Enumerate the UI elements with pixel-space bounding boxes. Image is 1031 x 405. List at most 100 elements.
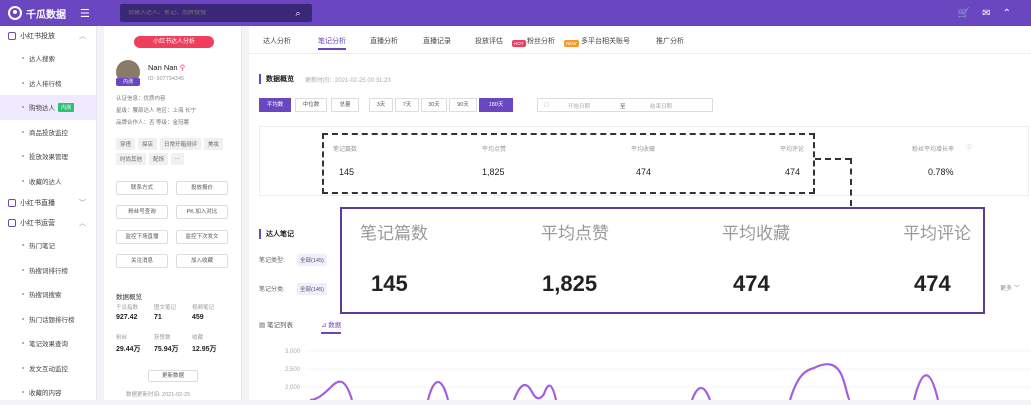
chip[interactable]: 日常开箱测评 bbox=[160, 138, 202, 150]
chip[interactable]: 美妆 bbox=[204, 138, 224, 150]
seg-30d[interactable]: 30天 bbox=[421, 98, 447, 112]
seg-3d[interactable]: 3天 bbox=[369, 98, 393, 112]
chip[interactable]: 探店 bbox=[138, 138, 158, 150]
help-icon[interactable]: ⓘ bbox=[966, 143, 972, 152]
bullet-icon bbox=[22, 342, 24, 345]
chip-more[interactable]: ... bbox=[171, 153, 184, 165]
compare-button[interactable]: PK 加入对比 bbox=[176, 205, 228, 219]
highlight-dashed-box bbox=[322, 133, 815, 194]
sidebar-item[interactable]: 发文互动监控 bbox=[0, 356, 96, 381]
mail-icon[interactable]: ✉ bbox=[982, 8, 990, 19]
zoom-label: 平均评论 bbox=[903, 224, 971, 243]
date-range-picker[interactable]: ▢ 开始日期 至 结束日期 bbox=[537, 98, 713, 112]
monitor-live-button[interactable]: 监控下场直播 bbox=[116, 230, 168, 244]
menu-toggle-icon[interactable]: ☰ bbox=[80, 7, 90, 20]
follow-button[interactable]: 关注消息 bbox=[116, 254, 168, 268]
favorite-button[interactable]: 加入收藏 bbox=[176, 254, 228, 268]
sidebar-item[interactable]: 热门话题排行榜 bbox=[0, 307, 96, 332]
sidebar-item[interactable]: 热门笔记 bbox=[0, 233, 96, 258]
chevron-up-icon: ︿ bbox=[79, 33, 86, 40]
stat-label: 粉丝 bbox=[116, 335, 128, 341]
contact-button[interactable]: 联系方式 bbox=[116, 181, 168, 195]
zoom-value: 145 bbox=[371, 271, 408, 296]
profile-info-verify: 认证信息：优质内容 bbox=[116, 96, 166, 102]
item-label: 笔记效果查询 bbox=[29, 341, 68, 349]
sidebar-item[interactable]: 笔记效果查询 bbox=[0, 331, 96, 356]
bullet-icon bbox=[22, 391, 24, 394]
collapse-icon[interactable]: ⌃ bbox=[1003, 8, 1011, 19]
tab-campaign-eval[interactable]: 投放评估 bbox=[475, 36, 503, 46]
notes-line-chart: 3,000 2,500 2,000 bbox=[285, 349, 1031, 400]
search-icon[interactable]: ⌕ bbox=[288, 7, 308, 19]
tab-note-list[interactable]: ▤ 笔记列表 bbox=[259, 319, 293, 329]
zoom-label: 笔记篇数 bbox=[360, 224, 428, 243]
bullet-icon bbox=[22, 155, 24, 158]
item-label: 收藏的达人 bbox=[29, 178, 62, 186]
tab-live-records[interactable]: 直播记录 bbox=[423, 36, 451, 46]
more-link[interactable]: 更多 ﹀ bbox=[1000, 283, 1020, 292]
stat-label: 千瓜指数 bbox=[116, 305, 139, 311]
update-time: 数据更新时间: 2021-02-25 bbox=[126, 392, 191, 398]
bullet-icon bbox=[22, 366, 24, 369]
profile-id: ID: 907794345 bbox=[148, 76, 185, 82]
tab-profile-analysis[interactable]: 达人分析 bbox=[263, 36, 291, 46]
tab-promotion-analysis[interactable]: 推广分析 bbox=[656, 36, 684, 46]
seg-90d[interactable]: 90天 bbox=[449, 98, 477, 112]
zoom-label: 平均收藏 bbox=[722, 224, 790, 243]
note-type-label: 笔记类型: bbox=[259, 258, 285, 264]
seg-180d[interactable]: 180天 bbox=[479, 98, 513, 112]
sidebar-item[interactable]: 热搜词排行榜 bbox=[0, 258, 96, 283]
stat-value: 75.94万 bbox=[154, 346, 179, 353]
chart-icon: ⊿ bbox=[321, 322, 327, 329]
item-label: 收藏的内容 bbox=[29, 390, 62, 398]
bullet-icon bbox=[22, 179, 24, 182]
sidebar-item[interactable]: 达人搜索 bbox=[0, 46, 96, 71]
chip[interactable]: 时尚其他 bbox=[116, 153, 147, 165]
sidebar-item-active[interactable]: 购物达人 内测 bbox=[0, 95, 96, 120]
chip[interactable]: 配饰 bbox=[149, 153, 169, 165]
chip[interactable]: 穿搭 bbox=[116, 138, 136, 150]
refresh-button[interactable]: 更新数据 bbox=[148, 370, 198, 382]
stat-label: 视频笔记 bbox=[192, 305, 215, 311]
seg-total[interactable]: 总量 bbox=[331, 98, 359, 112]
app-logo[interactable]: 千瓜数据 bbox=[8, 6, 66, 21]
tab-bar: 达人分析 笔记分析 直播分析 直播记录 投放评估 HOT 粉丝分析 NEW 多平… bbox=[249, 26, 1031, 54]
overview-title: 数据概览 bbox=[259, 74, 294, 84]
note-category-filter[interactable]: 全部(145) bbox=[297, 283, 327, 295]
date-end[interactable]: 结束日期 bbox=[650, 102, 672, 110]
sidebar-item[interactable]: 收藏的内容 bbox=[0, 380, 96, 405]
sidebar-section-yunying[interactable]: 小红书运营 ︿ bbox=[0, 213, 96, 233]
seg-median[interactable]: 中位数 bbox=[295, 98, 327, 112]
tab-note-analysis[interactable]: 笔记分析 bbox=[318, 36, 346, 50]
item-label: 发文互动监控 bbox=[29, 365, 68, 373]
seg-average[interactable]: 平均数 bbox=[259, 98, 291, 112]
section-icon bbox=[8, 219, 16, 227]
stat-label: 图文笔记 bbox=[154, 305, 177, 311]
bullet-icon bbox=[22, 244, 24, 247]
sidebar-item[interactable]: 热搜词搜索 bbox=[0, 282, 96, 307]
tab-live-analysis[interactable]: 直播分析 bbox=[370, 36, 398, 46]
sidebar-item[interactable]: 投放效果管理 bbox=[0, 144, 96, 169]
sidebar-section-zhibo[interactable]: 小红书直播 ﹀ bbox=[0, 193, 96, 213]
sidebar-item[interactable]: 商品投放监控 bbox=[0, 120, 96, 145]
sidebar-item[interactable]: 达人排行榜 bbox=[0, 71, 96, 96]
cart-icon[interactable]: 🛒 bbox=[958, 8, 970, 19]
date-start[interactable]: 开始日期 bbox=[568, 102, 590, 110]
tab-multi-platform[interactable]: 多平台相关账号 bbox=[581, 36, 630, 46]
sidebar-item[interactable]: 收藏的达人 bbox=[0, 169, 96, 194]
tab-fans-analysis[interactable]: 粉丝分析 bbox=[527, 36, 555, 46]
zoom-value: 474 bbox=[914, 271, 951, 296]
quote-button[interactable]: 投放报价 bbox=[176, 181, 228, 195]
seg-7d[interactable]: 7天 bbox=[395, 98, 419, 112]
monitor-post-button[interactable]: 监控下次发文 bbox=[176, 230, 228, 244]
stat-value: 459 bbox=[192, 314, 204, 321]
tab-data[interactable]: ⊿ 数据 bbox=[321, 319, 342, 334]
subtab-label: 笔记列表 bbox=[266, 322, 293, 329]
list-icon: ▤ bbox=[259, 322, 266, 329]
fans-query-button[interactable]: 粉丝号查询 bbox=[116, 205, 168, 219]
note-category-label: 笔记分类: bbox=[259, 287, 285, 293]
redbook-icon: ⚲ bbox=[179, 63, 186, 72]
search-input[interactable] bbox=[120, 10, 280, 16]
note-type-filter[interactable]: 全部(145) bbox=[297, 254, 327, 266]
sidebar-section-toufang[interactable]: 小红书投放 ︿ bbox=[0, 26, 96, 46]
